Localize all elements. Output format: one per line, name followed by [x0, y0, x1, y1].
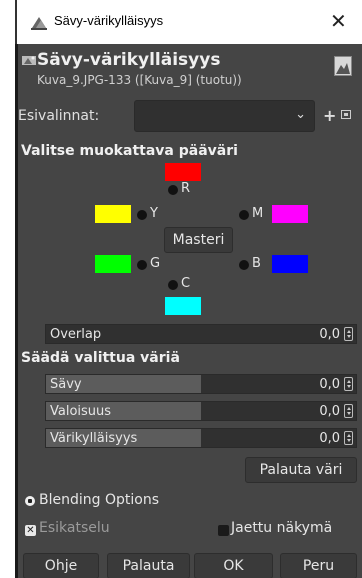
lightness-spinner[interactable]: Valoisuus 0,0 [45, 401, 357, 421]
overlap-stepper-icon[interactable] [344, 327, 353, 341]
chevron-down-icon: ⌄ [295, 107, 306, 122]
thumbnail-image-icon [336, 63, 350, 74]
help-button[interactable]: Ohje [23, 553, 99, 578]
adjust-color-heading: Säädä valittua väriä [21, 350, 180, 366]
hue-saturation-tool-icon [22, 56, 36, 65]
close-icon[interactable]: ✕ [330, 9, 347, 33]
swatch-red[interactable] [165, 163, 201, 181]
overlap-label: Overlap [50, 327, 102, 342]
overlap-value: 0,0 [319, 327, 340, 342]
saturation-label: Värikylläisyys [50, 431, 138, 446]
master-button[interactable]: Masteri [164, 227, 233, 253]
split-view-checkbox[interactable] [218, 525, 229, 536]
swatch-blue[interactable] [272, 255, 308, 273]
ok-button[interactable]: OK [194, 553, 273, 578]
radio-red[interactable] [168, 185, 178, 195]
hue-saturation-app-icon [31, 17, 47, 30]
window-titlebar: Sävy-värikylläisyys ✕ [0, 0, 362, 44]
window-edge [15, 0, 17, 44]
preview-checkbox[interactable]: ✕ [25, 525, 36, 536]
hue-label: Sävy [50, 377, 82, 392]
swatch-magenta[interactable] [272, 205, 308, 223]
reset-color-button[interactable]: Palauta väri [245, 457, 357, 483]
primary-color-heading: Valitse muokattava pääväri [21, 143, 238, 159]
presets-label: Esivalinnat: [18, 108, 100, 124]
radio-cyan[interactable] [168, 280, 178, 290]
radio-label-green: G [150, 256, 161, 271]
preview-label: Esikatselu [39, 520, 110, 536]
blending-options-expander[interactable]: Blending Options [39, 492, 159, 508]
radio-blue[interactable] [239, 260, 249, 270]
overlap-spinner[interactable]: Overlap 0,0 [45, 324, 357, 344]
hue-value: 0,0 [319, 377, 340, 392]
cancel-button[interactable]: Peru [280, 553, 357, 578]
hue-stepper-icon[interactable] [344, 377, 353, 391]
radio-label-yellow: Y [150, 206, 158, 221]
presets-dropdown[interactable]: ⌄ [134, 100, 315, 132]
radio-yellow[interactable] [137, 210, 147, 220]
saturation-stepper-icon[interactable] [344, 431, 353, 445]
saturation-value: 0,0 [319, 431, 340, 446]
radio-label-blue: B [252, 256, 261, 271]
hue-saturation-dialog: Sävy-värikylläisyys Kuva_9.JPG-133 ([Kuv… [15, 44, 362, 578]
swatch-cyan[interactable] [165, 297, 201, 315]
lightness-label: Valoisuus [50, 404, 112, 419]
image-subtitle: Kuva_9.JPG-133 ([Kuva_9] (tuotu)) [37, 73, 242, 87]
expander-icon[interactable] [25, 496, 35, 506]
radio-label-magenta: M [252, 206, 264, 221]
radio-magenta[interactable] [239, 210, 249, 220]
saturation-spinner[interactable]: Värikylläisyys 0,0 [45, 428, 357, 448]
dialog-title: Sävy-värikylläisyys [37, 50, 221, 70]
radio-label-red: R [181, 181, 191, 196]
reset-button[interactable]: Palauta [107, 553, 190, 578]
radio-green[interactable] [137, 260, 147, 270]
swatch-green[interactable] [95, 255, 131, 273]
presets-menu-icon[interactable] [341, 110, 351, 119]
radio-label-cyan: C [181, 276, 191, 291]
hue-spinner[interactable]: Sävy 0,0 [45, 374, 357, 394]
window-title: Sävy-värikylläisyys [54, 13, 164, 28]
lightness-stepper-icon[interactable] [344, 404, 353, 418]
add-preset-button[interactable]: + [323, 106, 336, 125]
swatch-yellow[interactable] [95, 205, 131, 223]
image-thumbnail [334, 56, 352, 76]
lightness-value: 0,0 [319, 404, 340, 419]
split-view-label: Jaettu näkymä [231, 520, 333, 536]
